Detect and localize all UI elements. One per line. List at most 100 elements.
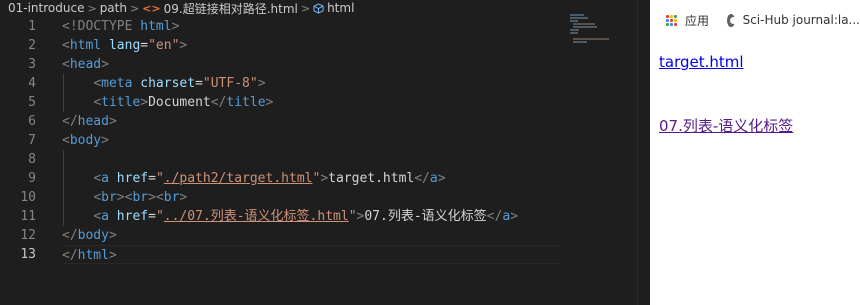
minimap-line bbox=[570, 32, 578, 34]
code-token: > bbox=[179, 38, 188, 53]
breadcrumb-folder-introduce[interactable]: 01-introduce bbox=[8, 1, 84, 15]
code-token: > bbox=[101, 133, 109, 148]
line-number: 10 bbox=[20, 190, 36, 205]
code-token: br bbox=[163, 190, 180, 205]
code-token: = bbox=[140, 38, 149, 53]
breadcrumb-symbol[interactable]: html bbox=[327, 1, 354, 15]
code-line[interactable]: <br><br><br> bbox=[62, 188, 562, 207]
minimap-line bbox=[573, 23, 595, 25]
code-token: > bbox=[101, 57, 109, 72]
indent-guide bbox=[63, 188, 64, 207]
line-number: 6 bbox=[28, 114, 36, 129]
code-area[interactable]: <!DOCTYPE html> <html lang="en"> <head> … bbox=[62, 17, 562, 264]
code-token: meta bbox=[101, 76, 133, 91]
code-token: = bbox=[195, 76, 203, 91]
code-line[interactable]: </head> bbox=[62, 112, 562, 131]
line-number: 3 bbox=[28, 57, 36, 72]
chevron-right-icon: > bbox=[300, 1, 311, 15]
code-line[interactable]: <title>Document</title> bbox=[62, 93, 562, 112]
code-token: >< bbox=[116, 190, 133, 205]
code-token: br bbox=[132, 190, 149, 205]
html-file-icon: <> bbox=[142, 1, 161, 15]
code-token: "UTF-8" bbox=[202, 76, 258, 91]
code-token: head bbox=[69, 57, 102, 72]
code-token: < bbox=[62, 133, 70, 148]
globe-icon bbox=[727, 13, 737, 27]
code-token: head bbox=[77, 114, 109, 129]
code-token: < bbox=[93, 209, 102, 224]
code-token: a bbox=[429, 171, 438, 186]
code-token: </ bbox=[210, 95, 227, 110]
code-token: < bbox=[93, 190, 102, 205]
code-line-current[interactable]: </html> bbox=[62, 245, 562, 264]
breadcrumb-folder-path[interactable]: path bbox=[100, 1, 127, 15]
code-token: = bbox=[148, 209, 156, 224]
breadcrumb-file[interactable]: 09.超链接相对路径.html bbox=[164, 0, 298, 17]
code-token: title bbox=[226, 95, 266, 110]
code-line[interactable]: <head> bbox=[62, 55, 562, 74]
code-token: href bbox=[108, 171, 149, 186]
code-line[interactable]: <!DOCTYPE html> bbox=[62, 17, 562, 36]
link-list-semantic[interactable]: 07.列表-语义化标签 bbox=[659, 115, 860, 136]
code-token: </ bbox=[62, 228, 78, 243]
line-number: 7 bbox=[28, 133, 36, 148]
code-token: > bbox=[108, 228, 117, 243]
code-token: </ bbox=[486, 209, 503, 224]
line-number-gutter: 1 2 3 4 5 6 7 8 9 10 11 12 13 bbox=[0, 17, 46, 264]
minimap-line bbox=[573, 26, 597, 28]
code-line[interactable]: <a href="../07.列表-语义化标签.html">07.列表-语义化标… bbox=[62, 207, 562, 226]
code-token: a bbox=[502, 209, 511, 224]
code-token: > bbox=[437, 171, 446, 186]
code-line[interactable] bbox=[62, 150, 562, 169]
code-editor[interactable]: 01-introduce > path > <> 09.超链接相对路径.html… bbox=[0, 0, 650, 305]
line-number: 12 bbox=[20, 228, 36, 243]
code-token: > bbox=[108, 114, 117, 129]
code-token: " bbox=[155, 171, 164, 186]
code-token: html bbox=[77, 248, 109, 263]
code-token: html bbox=[69, 38, 102, 53]
indent-guide bbox=[63, 169, 64, 188]
minimap-line bbox=[570, 17, 588, 19]
minimap-line bbox=[573, 38, 609, 40]
breadcrumb: 01-introduce > path > <> 09.超链接相对路径.html… bbox=[0, 0, 650, 16]
code-token: html bbox=[132, 19, 172, 34]
link-target[interactable]: target.html bbox=[659, 53, 860, 71]
code-token: > bbox=[257, 76, 266, 91]
line-number: 9 bbox=[28, 171, 36, 186]
code-token: " bbox=[348, 209, 357, 224]
code-token: target.html bbox=[328, 171, 415, 186]
vertical-scrollbar[interactable] bbox=[637, 0, 650, 305]
bookmark-apps[interactable]: 应用 bbox=[685, 12, 709, 29]
code-token: > bbox=[320, 171, 329, 186]
code-path-link[interactable]: ./path2/target.html bbox=[164, 171, 313, 186]
minimap-line bbox=[570, 29, 579, 31]
code-token: < bbox=[93, 171, 102, 186]
code-token: title bbox=[101, 95, 141, 110]
code-token: > bbox=[171, 19, 180, 34]
line-number: 8 bbox=[28, 152, 36, 167]
apps-grid-icon[interactable] bbox=[666, 14, 677, 26]
code-token: br bbox=[101, 190, 117, 205]
code-token: " bbox=[155, 209, 164, 224]
code-path-link[interactable]: ../07.列表-语义化标签.html bbox=[164, 209, 349, 224]
code-line[interactable]: <html lang="en"> bbox=[62, 36, 562, 55]
line-number: 4 bbox=[28, 76, 36, 91]
code-token: href bbox=[108, 209, 149, 224]
code-line[interactable]: </body> bbox=[62, 226, 562, 245]
indent-guide bbox=[63, 207, 64, 226]
code-token: body bbox=[69, 133, 102, 148]
code-line[interactable]: <a href="./path2/target.html">target.htm… bbox=[62, 169, 562, 188]
code-token: Document bbox=[148, 95, 211, 110]
code-token: > bbox=[265, 95, 274, 110]
page-content: target.html 07.列表-语义化标签 bbox=[650, 53, 860, 136]
code-line[interactable]: <body> bbox=[62, 131, 562, 150]
code-line[interactable]: <meta charset="UTF-8"> bbox=[62, 74, 562, 93]
bookmark-scihub[interactable]: Sci-Hub journal:la... bbox=[743, 13, 860, 27]
minimap[interactable] bbox=[570, 14, 620, 54]
code-token: = bbox=[148, 171, 156, 186]
minimap-line bbox=[570, 20, 578, 22]
code-token: </ bbox=[62, 248, 78, 263]
code-token: < bbox=[93, 76, 102, 91]
code-token: </ bbox=[62, 114, 78, 129]
indent-guide bbox=[63, 93, 64, 112]
